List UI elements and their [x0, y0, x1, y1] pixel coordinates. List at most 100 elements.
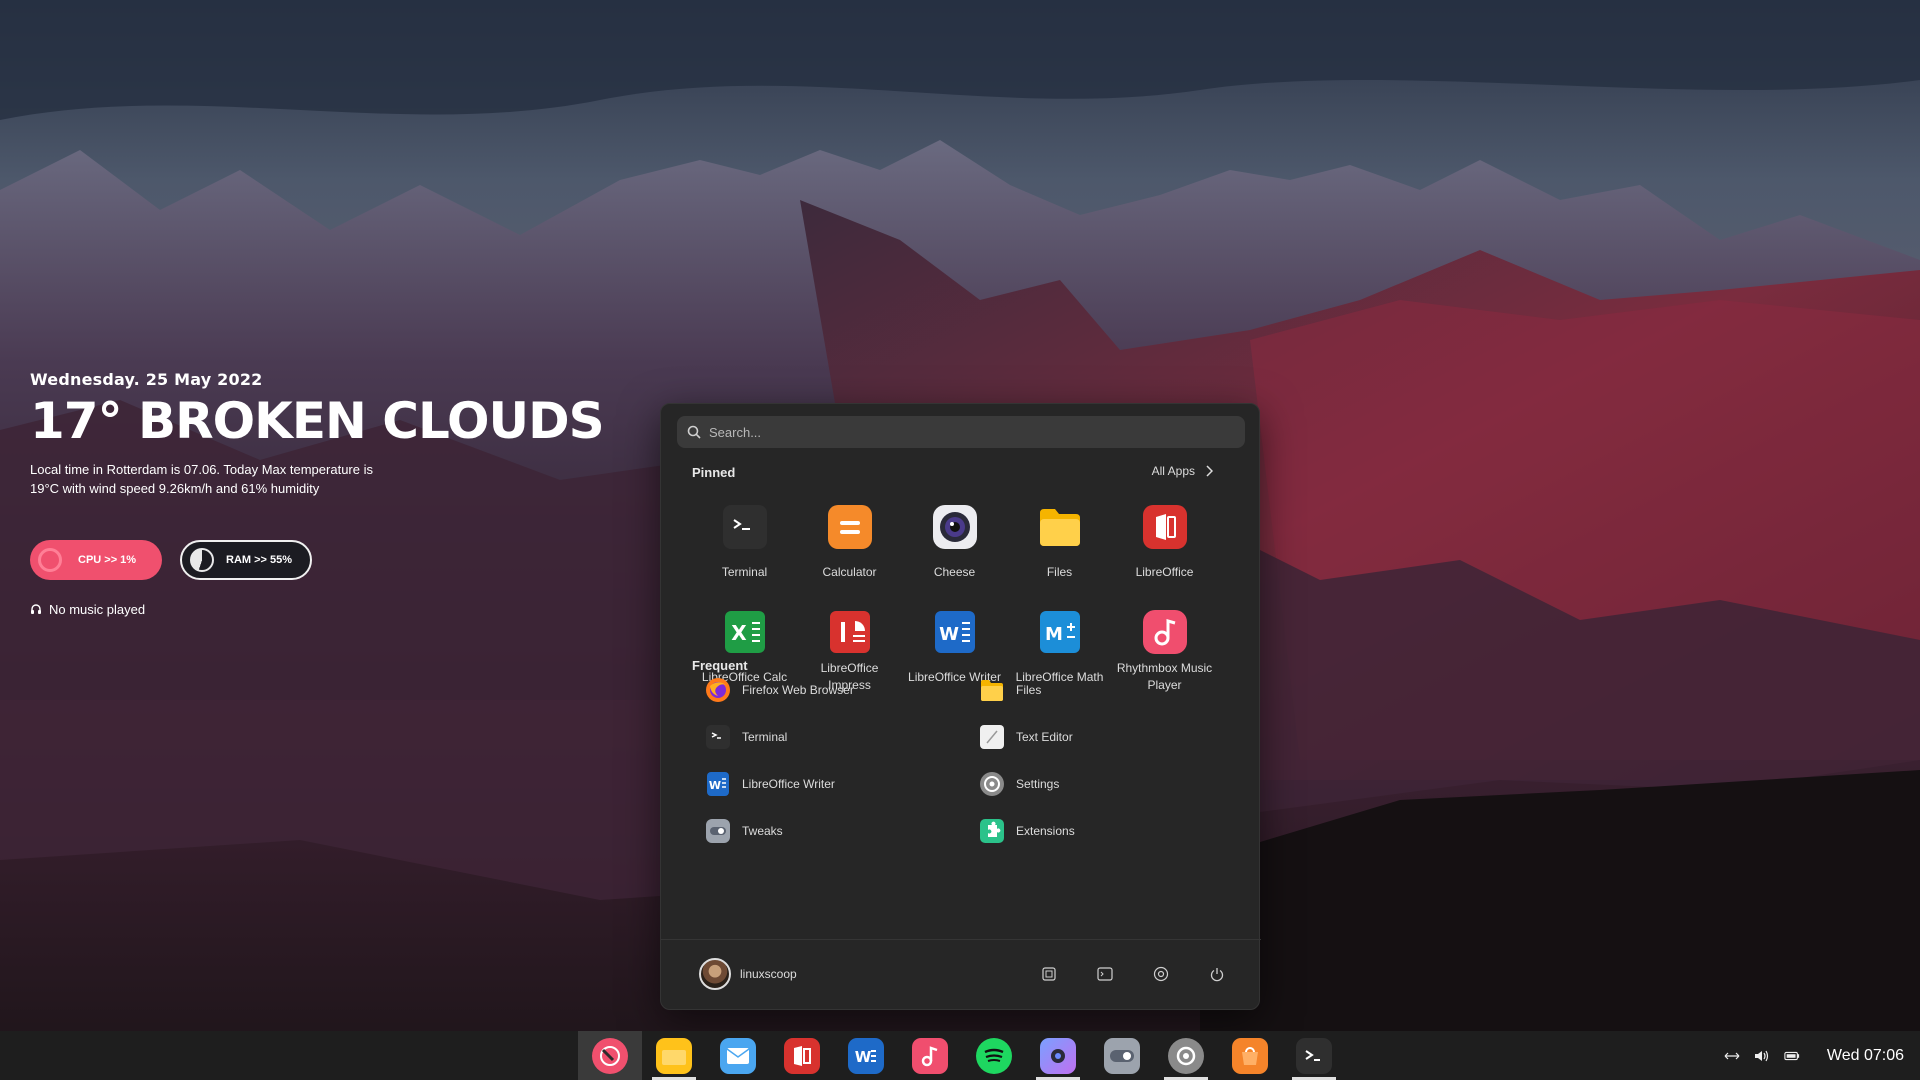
frequent-item-settings[interactable]: Settings: [979, 760, 1219, 807]
files-icon: [656, 1037, 692, 1074]
frequent-label: LibreOffice Writer: [742, 776, 835, 791]
dock-item-settings[interactable]: [1154, 1031, 1218, 1080]
dock-item-menu[interactable]: [578, 1031, 642, 1080]
pinned-app-files[interactable]: Files: [1007, 496, 1112, 601]
frequent-list: Firefox Web Browser Files Terminal Text …: [705, 666, 1245, 854]
dock-item-terminal[interactable]: [1282, 1031, 1346, 1080]
system-tray: [1724, 1031, 1800, 1080]
libreoffice-calc-icon: X: [722, 609, 768, 655]
chevron-right-icon: [1206, 465, 1213, 477]
volume-icon[interactable]: [1754, 1048, 1770, 1064]
frequent-label: Files: [1016, 682, 1042, 697]
dock-item-screenshot-tool[interactable]: [1026, 1031, 1090, 1080]
frequent-label: Extensions: [1016, 823, 1075, 838]
frequent-item-text-editor[interactable]: Text Editor: [979, 713, 1219, 760]
terminal-icon: [705, 724, 731, 750]
system-monitor: CPU >> 1% RAM >> 55%: [30, 539, 550, 580]
frequent-label: Terminal: [742, 729, 788, 744]
calculator-icon: [827, 504, 873, 550]
search-icon: [687, 425, 701, 439]
text-editor-icon: [979, 724, 1005, 750]
pinned-app-calculator[interactable]: Calculator: [797, 496, 902, 601]
folder-icon: [1037, 504, 1083, 550]
widget-description: Local time in Rotterdam is 07.06. Today …: [30, 461, 373, 496]
terminal-icon[interactable]: [1097, 966, 1113, 982]
dock-item-tweaks[interactable]: [1090, 1031, 1154, 1080]
headphones-icon: [31, 604, 41, 614]
app-label: Files: [1046, 564, 1073, 579]
rhythmbox-icon: [1142, 609, 1188, 655]
pinned-app-libreoffice[interactable]: LibreOffice: [1112, 496, 1217, 601]
frequent-item-libreoffice-writer[interactable]: W LibreOffice Writer: [705, 760, 979, 807]
dock-item-software[interactable]: [1218, 1031, 1282, 1080]
pinned-app-cheese[interactable]: Cheese: [902, 496, 1007, 601]
frequent-item-terminal[interactable]: Terminal: [705, 713, 979, 760]
user-name: linuxscoop: [740, 967, 797, 981]
tweaks-icon: [705, 818, 731, 844]
cpu-ring-icon: [38, 547, 62, 572]
libreoffice-writer-icon: W: [705, 771, 731, 797]
search-bar[interactable]: [677, 416, 1245, 448]
app-label: Terminal: [721, 564, 768, 579]
dock-item-music[interactable]: [898, 1031, 962, 1080]
app-menu: Pinned All Apps Terminal Calculator Chee…: [660, 403, 1261, 1011]
writer-icon: W: [848, 1037, 884, 1074]
menu-footer: linuxscoop: [661, 939, 1261, 1011]
widget-date: Wednesday. 25 May 2022: [30, 370, 263, 389]
app-label: LibreOffice: [1135, 564, 1194, 579]
svg-text:W: W: [855, 1048, 872, 1066]
dock-item-spotify[interactable]: [962, 1031, 1026, 1080]
svg-text:X: X: [731, 621, 747, 645]
battery-icon[interactable]: [1784, 1048, 1800, 1064]
music-status: No music played: [30, 602, 550, 617]
dock-item-mail[interactable]: [706, 1031, 770, 1080]
dock-item-files[interactable]: [642, 1031, 706, 1080]
all-apps-button[interactable]: All Apps: [1152, 464, 1213, 478]
taskbar: W Wed 07:06: [0, 1031, 1920, 1080]
settings-icon[interactable]: [1153, 966, 1169, 982]
menu-icon: [592, 1037, 628, 1074]
spotify-icon: [976, 1037, 1012, 1074]
frequent-item-firefox[interactable]: Firefox Web Browser: [705, 666, 979, 713]
cheese-icon: [932, 504, 978, 550]
screenshot-icon[interactable]: [1041, 966, 1057, 982]
terminal-icon: [1296, 1037, 1332, 1074]
terminal-icon: [722, 504, 768, 550]
frequent-label: Tweaks: [742, 823, 783, 838]
footer-actions: [1041, 966, 1225, 982]
cpu-label: CPU >> 1%: [78, 553, 137, 566]
music-label: No music played: [49, 601, 146, 617]
dock-item-writer[interactable]: W: [834, 1031, 898, 1080]
ram-label: RAM >> 55%: [226, 553, 293, 566]
app-label: Calculator: [822, 564, 877, 579]
mail-icon: [720, 1037, 756, 1074]
clock[interactable]: Wed 07:06: [1827, 1031, 1904, 1080]
settings-icon: [1168, 1037, 1204, 1074]
libreoffice-icon: [784, 1037, 820, 1074]
search-input[interactable]: [709, 424, 1209, 440]
frequent-label: Settings: [1016, 776, 1060, 791]
ram-ring-icon: [190, 547, 214, 572]
power-icon[interactable]: [1209, 966, 1225, 982]
frequent-item-files[interactable]: Files: [979, 666, 1219, 713]
extensions-icon: [979, 818, 1005, 844]
software-icon: [1232, 1037, 1268, 1074]
libreoffice-icon: [1142, 504, 1188, 550]
app-label: Cheese: [933, 564, 976, 579]
screenshot-tool-icon: [1040, 1037, 1076, 1074]
settings-icon: [979, 771, 1005, 797]
widget-weather: 17° BROKEN CLOUDS: [30, 392, 605, 450]
frequent-item-tweaks[interactable]: Tweaks: [705, 807, 979, 854]
libreoffice-math-icon: M: [1037, 609, 1083, 655]
svg-text:W: W: [939, 624, 959, 645]
frequent-item-extensions[interactable]: Extensions: [979, 807, 1219, 854]
frequent-label: Firefox Web Browser: [742, 682, 854, 697]
dock-item-libreoffice[interactable]: [770, 1031, 834, 1080]
network-icon[interactable]: [1724, 1048, 1740, 1064]
folder-icon: [979, 677, 1005, 703]
pinned-app-terminal[interactable]: Terminal: [692, 496, 797, 601]
avatar: [699, 958, 731, 990]
user-profile[interactable]: linuxscoop: [699, 958, 797, 990]
all-apps-label: All Apps: [1151, 464, 1195, 478]
libreoffice-writer-icon: W: [932, 609, 978, 655]
